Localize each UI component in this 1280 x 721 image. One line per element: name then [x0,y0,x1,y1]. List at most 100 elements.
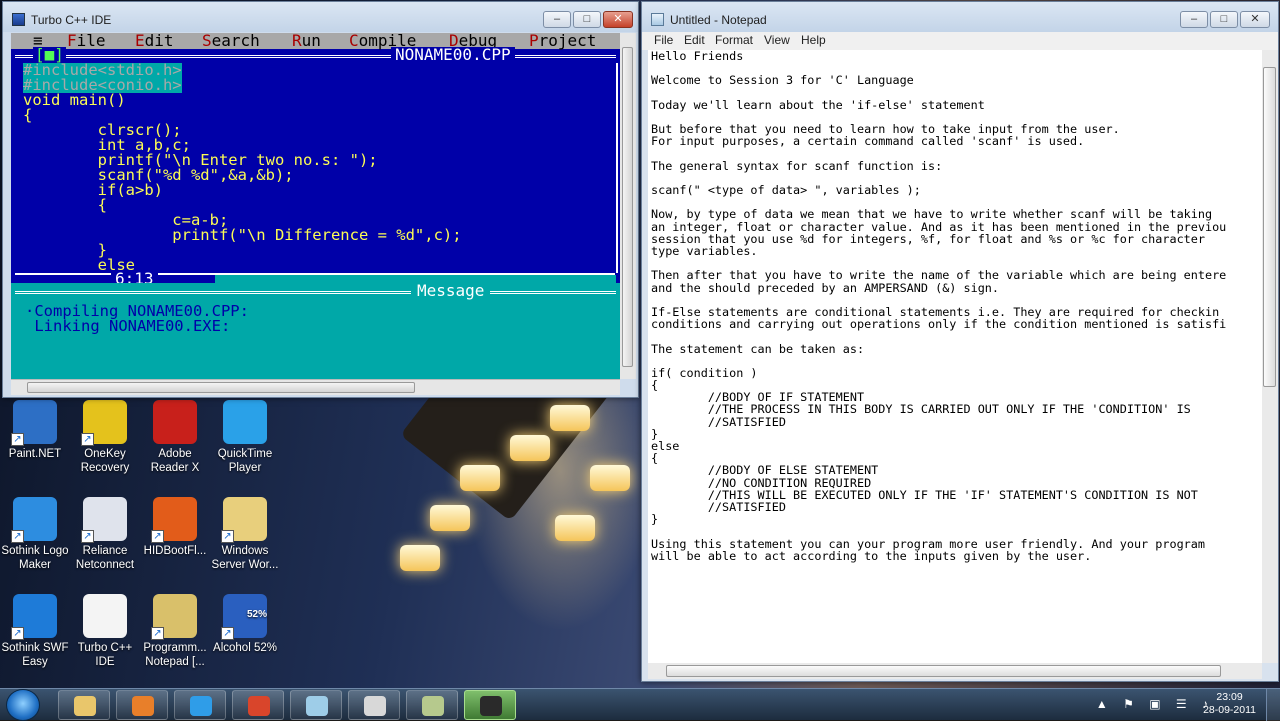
desktop-icon[interactable]: ↗ Windows Server Wor... [210,497,280,572]
desktop-icon-label: Reliance [82,545,128,557]
notepad-menubar: File Edit Format View Help [642,32,1278,50]
notepad-minimize-button[interactable]: – [1180,11,1208,28]
folder-icon: ↗ [221,497,267,543]
clock[interactable]: 23:09 28-09-2011 [1203,691,1256,717]
desktop-icon-label: Turbo C++ [77,642,133,654]
text-line [651,330,1259,342]
notepad-icon [306,696,328,716]
menu-help[interactable]: Help [801,33,826,47]
desktop-icon-label: Netconnect [75,559,135,571]
desktop-icon[interactable]: ↗ Programm... Notepad [... [140,594,210,669]
onekey-recovery-icon: ↗ [81,400,127,446]
chrome-taskbar-button[interactable] [232,690,284,720]
desktop-icon-label: Sothink Logo [1,545,69,557]
explorer-taskbar-button[interactable] [58,690,110,720]
text-line: Hello Friends [651,50,744,63]
paintnet-icon: ↗ [11,400,57,446]
desktop-icon-label: Adobe [158,448,192,460]
text-line: an integer, float or character value. An… [651,219,1227,234]
desktop-icon[interactable]: ↗ Sothink SWF Easy [0,594,70,669]
desktop-icon-label: QuickTime [217,448,273,460]
text-line: } [651,512,659,527]
shortcut-arrow-icon: ↗ [221,627,234,640]
notepad-horizontal-scrollbar[interactable] [648,663,1262,679]
desktop-icon[interactable]: ↗ HIDBootFl... [140,497,210,558]
text-line: } [651,426,659,441]
system-tray-icons[interactable]: ▲ ⚑ ▣ ☰ ♪ [1096,697,1214,711]
recorder-taskbar-button[interactable] [464,690,516,720]
message-window[interactable]: Message ·Compiling NONAME00.CPP: Linking… [11,283,620,379]
dos-icon [12,13,25,26]
app-taskbar-button[interactable] [406,690,458,720]
notepad-maximize-button[interactable]: □ [1210,11,1238,28]
programmers-notepad-icon: ↗ [151,594,197,640]
turboc-console[interactable]: ≡ File Edit Search Run Compile Debug Project [■… [11,33,620,379]
message-line: Linking NONAME00.EXE: [25,317,231,335]
turboc-minimize-button[interactable]: – [543,11,571,28]
clock-time: 23:09 [1216,691,1243,703]
desktop-icon-label: IDE [95,656,115,668]
desktop-icon-label: Player [228,462,262,474]
notepad-vertical-scrollbar[interactable] [1262,50,1278,663]
taskbar: ▲ ⚑ ▣ ☰ ♪ 23:09 28-09-2011 [0,688,1280,721]
text-line: Now, by type of data we mean that we hav… [651,207,1213,222]
menu-edit[interactable]: Edit [684,33,705,47]
show-desktop-button[interactable] [1266,689,1280,721]
text-line [651,525,1259,537]
desktop-icon[interactable]: QuickTime Player [210,400,280,475]
desktop-icon[interactable]: 52% ↗ Alcohol 52% [210,594,280,655]
notepad-close-button[interactable]: ✕ [1240,11,1270,28]
turboc-horizontal-scrollbar[interactable] [11,379,620,395]
message-title: Message [411,283,491,299]
app-icon [422,696,444,716]
turboc-title: Turbo C++ IDE [31,13,112,27]
text-line: //THE PROCESS IN THIS BODY IS CARRIED OU… [651,402,1191,417]
turboc-maximize-button[interactable]: □ [573,11,601,28]
notepad-title: Untitled - Notepad [670,13,767,27]
desktop-icon[interactable]: ↗ OneKey Recovery [70,400,140,475]
start-button[interactable] [6,689,40,721]
notepad-titlebar[interactable]: Untitled - Notepad – □ ✕ [642,2,1278,32]
text-line [651,148,1259,160]
desktop-icon[interactable]: ↗ Reliance Netconnect [70,497,140,572]
media-player-icon [132,696,154,716]
sothink-logo-icon: ↗ [11,497,57,543]
text-line: The statement can be taken as: [651,341,865,356]
turboc-titlebar[interactable]: Turbo C++ IDE – □ ✕ [3,2,638,32]
menu-view[interactable]: View [764,33,790,47]
text-line: //SATISFIED [651,499,786,514]
notepad-window[interactable]: Untitled - Notepad – □ ✕ File Edit Forma… [641,1,1279,682]
turboc-taskbar-button[interactable] [348,690,400,720]
text-line: Welcome to Session 3 for 'C' Language [651,73,914,88]
notepad-taskbar-button[interactable] [290,690,342,720]
turboc-window[interactable]: Turbo C++ IDE – □ ✕ ≡ File Edit Search Run Co… [2,1,639,398]
ie-taskbar-button[interactable] [174,690,226,720]
text-line: The general syntax for scanf function is… [651,158,943,173]
desktop-icon-label: Reader X [150,462,200,474]
code-line: void main() [23,91,126,109]
notepad-text-area[interactable]: Hello Friends Welcome to Session 3 for 'C… [648,50,1262,663]
menu-format[interactable]: Format [715,33,753,47]
desktop-icon-label: Maker [19,559,51,571]
editor-hscroll[interactable] [215,275,616,283]
turboc-vertical-scrollbar[interactable] [620,33,636,379]
folder-icon [74,696,96,716]
desktop-icon[interactable]: ↗ Sothink Logo Maker [0,497,70,572]
shortcut-arrow-icon: ↗ [11,627,24,640]
clock-date: 28-09-2011 [1203,704,1256,716]
desktop-icon-label: Recovery [80,462,130,474]
desktop-icon[interactable]: Adobe Reader X [140,400,210,475]
recorder-icon [480,696,502,716]
desktop-icon-label: Easy [22,656,48,668]
shortcut-arrow-icon: ↗ [11,530,24,543]
desktop-icon[interactable]: ↗ Paint.NET [0,400,70,461]
shortcut-arrow-icon: ↗ [81,433,94,446]
text-line: Using this statement you can your progra… [651,536,1205,551]
desktop-icon[interactable]: Turbo C++ IDE [70,594,140,669]
media-player-taskbar-button[interactable] [116,690,168,720]
desktop-icon-label: OneKey [84,448,126,460]
shortcut-arrow-icon: ↗ [11,433,24,446]
text-line: and the should preceded by an AMPERSAND … [651,280,1000,295]
turboc-close-button[interactable]: ✕ [603,11,633,28]
menu-file[interactable]: File [654,33,673,47]
